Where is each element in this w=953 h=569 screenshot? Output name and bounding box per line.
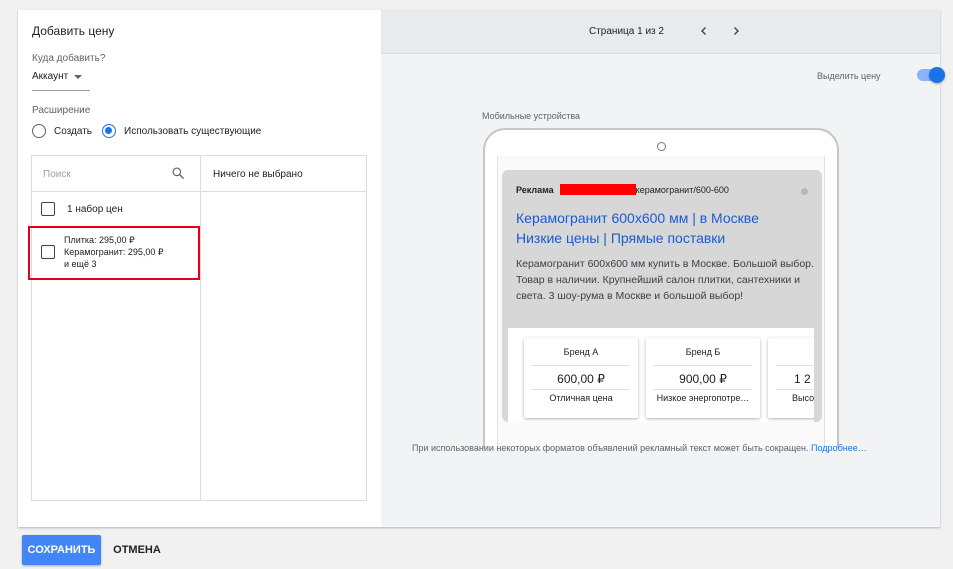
price-card[interactable]: 1 2 Высок bbox=[768, 338, 814, 418]
divider bbox=[654, 389, 752, 390]
dialog-title: Добавить цену bbox=[32, 24, 115, 38]
preview-header: Страница 1 из 2 bbox=[381, 10, 940, 54]
next-page-button[interactable] bbox=[728, 23, 744, 39]
radio-create[interactable]: Создать bbox=[32, 124, 92, 138]
price-card[interactable]: Бренд А 600,00 ₽ Отличная цена bbox=[524, 338, 638, 418]
toggle-knob bbox=[929, 67, 945, 83]
preview-panel: Страница 1 из 2 Выделить цену Мобильные … bbox=[381, 10, 945, 527]
selection-empty-text: Ничего не выбрано bbox=[213, 169, 303, 180]
info-dot-icon bbox=[801, 188, 808, 195]
prev-page-button[interactable] bbox=[696, 23, 712, 39]
redaction-bar bbox=[559, 184, 636, 195]
list-item[interactable]: 1 набор цен bbox=[41, 202, 123, 216]
ad-preview: Реклама керамогранит/600-600 Керамограни… bbox=[502, 170, 822, 422]
divider bbox=[532, 389, 630, 390]
chevron-right-icon bbox=[734, 27, 739, 35]
highlight-price-toggle[interactable] bbox=[917, 67, 945, 83]
phone-mockup: Реклама керамогранит/600-600 Керамограни… bbox=[483, 128, 839, 448]
price-set-picker: Поиск Ничего не выбрано 1 набор цен Плит… bbox=[31, 155, 367, 501]
device-label: Мобильные устройства bbox=[482, 111, 581, 121]
divider bbox=[654, 365, 752, 366]
chevron-down-icon bbox=[74, 75, 83, 79]
divider bbox=[532, 365, 630, 366]
price-card-desc: Низкое энергопотре… bbox=[656, 393, 750, 403]
disclaimer-text: При использовании некоторых форматов объ… bbox=[412, 443, 809, 453]
divider bbox=[776, 389, 814, 390]
price-card-desc: Высок bbox=[792, 393, 814, 403]
radio-create-icon[interactable] bbox=[32, 124, 46, 138]
learn-more-link[interactable]: Подробнее… bbox=[811, 443, 867, 453]
phone-screen: Реклама керамогранит/600-600 Керамограни… bbox=[497, 156, 825, 448]
where-select[interactable]: Аккаунт bbox=[32, 69, 90, 91]
ad-url: керамогранит/600-600 bbox=[635, 184, 729, 195]
search-icon[interactable] bbox=[171, 166, 185, 180]
price-card-name: Бренд А bbox=[563, 347, 599, 357]
divider bbox=[200, 156, 201, 500]
extension-label: Расширение bbox=[32, 105, 91, 116]
radio-use-existing-icon[interactable] bbox=[102, 124, 116, 138]
checkbox[interactable] bbox=[41, 202, 55, 216]
price-card-price: 600,00 ₽ bbox=[557, 372, 605, 386]
camera-icon bbox=[657, 142, 666, 151]
price-card-name: Бренд Б bbox=[685, 347, 721, 357]
preview-disclaimer: При использовании некоторых форматов объ… bbox=[412, 443, 867, 453]
radio-create-label: Создать bbox=[54, 125, 93, 137]
price-extension: Бренд А 600,00 ₽ Отличная цена Бренд Б 9… bbox=[508, 328, 814, 422]
cancel-button[interactable]: ОТМЕНА bbox=[108, 535, 166, 565]
save-button[interactable]: СОХРАНИТЬ bbox=[22, 535, 101, 565]
divider bbox=[776, 365, 814, 366]
divider bbox=[32, 191, 366, 192]
ad-url-line: Реклама керамогранит/600-600 bbox=[516, 184, 729, 195]
radio-use-existing[interactable]: Использовать существующие bbox=[102, 124, 261, 138]
ad-label: Реклама bbox=[516, 184, 554, 195]
price-card-desc: Отличная цена bbox=[549, 393, 613, 403]
ad-description: Керамогранит 600х600 мм купить в Москве.… bbox=[516, 258, 814, 302]
price-card[interactable]: Бренд Б 900,00 ₽ Низкое энергопотре… bbox=[646, 338, 760, 418]
list-item-label: 1 набор цен bbox=[67, 203, 123, 215]
chevron-left-icon bbox=[701, 27, 706, 35]
page-indicator: Страница 1 из 2 bbox=[589, 26, 664, 37]
radio-use-existing-label: Использовать существующие bbox=[124, 125, 262, 137]
highlight-price-label: Выделить цену bbox=[817, 71, 881, 81]
price-card-price: 1 2 bbox=[794, 372, 811, 386]
highlight-box bbox=[28, 226, 200, 280]
where-select-value: Аккаунт bbox=[32, 71, 69, 82]
ad-headline[interactable]: Керамогранит 600х600 мм | в Москве Низки… bbox=[516, 208, 806, 248]
search-input[interactable]: Поиск bbox=[43, 169, 71, 180]
where-label: Куда добавить? bbox=[32, 53, 106, 64]
price-card-price: 900,00 ₽ bbox=[679, 372, 727, 386]
